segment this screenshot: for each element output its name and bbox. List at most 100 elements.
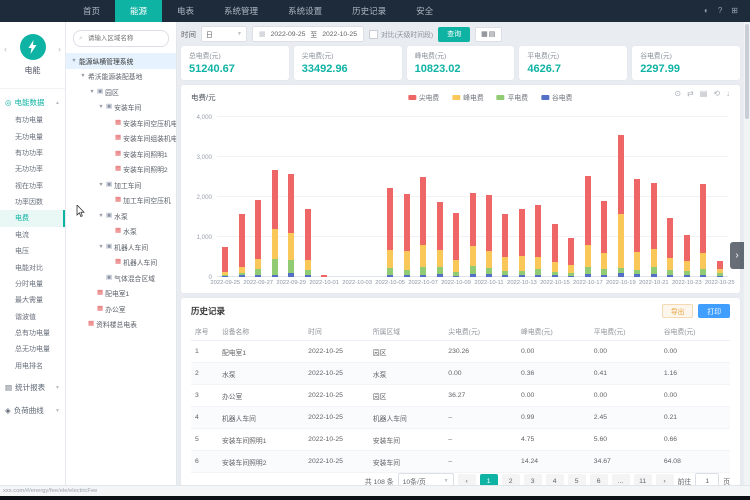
table-row[interactable]: 4机器人车间2022-10-25机器人车间–0.992.450.21 <box>191 407 730 429</box>
stacked-bar[interactable] <box>601 201 607 277</box>
nav-tab[interactable]: 系统设置 <box>273 0 337 22</box>
stacked-bar[interactable] <box>667 218 673 277</box>
nav-tab[interactable]: 首页 <box>68 0 115 22</box>
tree-node[interactable]: ▦配电室1 <box>66 286 176 302</box>
tree-node[interactable]: ▼▣安装车间 <box>66 100 176 116</box>
stacked-bar[interactable] <box>519 209 525 277</box>
tree-node[interactable]: ▦水泵 <box>66 224 176 240</box>
tree-search-box[interactable]: ⌕ <box>73 30 169 47</box>
checkbox-icon[interactable] <box>369 30 378 39</box>
stacked-bar[interactable] <box>437 202 443 277</box>
tree-caret-icon[interactable]: ▼ <box>98 213 104 219</box>
table-row[interactable]: 3办公室2022-10-25园区36.270.000.000.00 <box>191 385 730 407</box>
sidebar-item-entry[interactable]: 总无功电量 <box>0 341 65 357</box>
export-button[interactable]: 导出 <box>662 304 694 318</box>
sidebar-item-entry[interactable]: 谐波值 <box>0 309 65 325</box>
magic-type-icon[interactable]: ⇄ <box>687 90 694 98</box>
tree-node[interactable]: ▼▣园区 <box>66 84 176 100</box>
next-panel-button[interactable]: › <box>730 242 744 269</box>
nav-tab[interactable]: 电表 <box>162 0 209 22</box>
sidebar-item-active[interactable]: 电费 <box>0 210 65 226</box>
table-row[interactable]: 5安装车间照明12022-10-25安装车间–4.755.600.66 <box>191 429 730 451</box>
stacked-bar[interactable] <box>239 214 245 277</box>
sidebar-item-entry[interactable]: 有功功率 <box>0 145 65 161</box>
legend-item[interactable]: 平电费 <box>497 92 528 102</box>
tree-node[interactable]: ▦加工车间空压机 <box>66 193 176 209</box>
save-image-icon[interactable]: ↓ <box>726 90 730 98</box>
stacked-bar[interactable] <box>404 194 410 277</box>
legend-item[interactable]: 尖电费 <box>408 92 439 102</box>
legend-item[interactable]: 峰电费 <box>452 92 483 102</box>
tree-node[interactable]: ▼希沃能源装配基地 <box>66 69 176 85</box>
tree-node[interactable]: ▼▣加工车间 <box>66 177 176 193</box>
tree-search-input[interactable] <box>86 34 163 43</box>
table-row[interactable]: 6安装车间照明22022-10-25安装车间–14.2434.6764.08 <box>191 451 730 473</box>
tree-node[interactable]: ▦机器人车间 <box>66 255 176 271</box>
collapse-left-icon[interactable]: ‹ <box>4 44 7 54</box>
date-range-picker[interactable]: ▦ 2022-09-25 至 2022-10-25 <box>252 26 364 42</box>
tree-node[interactable]: ▦安装车间照明2 <box>66 162 176 178</box>
sidebar-item-entry[interactable]: 电能对比 <box>0 259 65 275</box>
scrollbar-thumb[interactable] <box>745 24 749 119</box>
stacked-bar[interactable] <box>272 170 278 277</box>
tree-node[interactable]: ▼▣水泵 <box>66 208 176 224</box>
collapse-right-icon[interactable]: › <box>58 44 61 54</box>
zoom-icon[interactable]: ⊙ <box>674 90 681 98</box>
stacked-bar[interactable] <box>453 213 459 277</box>
theme-icon[interactable]: ◐ <box>704 7 709 15</box>
sidebar-item-entry[interactable]: 分时电量 <box>0 276 65 292</box>
tree-node[interactable]: ▼▣机器人车间 <box>66 239 176 255</box>
stacked-bar[interactable] <box>568 238 574 277</box>
tree-caret-icon[interactable]: ▼ <box>98 104 104 110</box>
sidebar-item-entry[interactable]: 用电排名 <box>0 358 65 374</box>
sidebar-item-entry[interactable]: 无功功率 <box>0 161 65 177</box>
stacked-bar[interactable] <box>684 235 690 277</box>
legend-item[interactable]: 谷电费 <box>541 92 572 102</box>
nav-tab[interactable]: 能源 <box>115 0 162 22</box>
tree-node[interactable]: ▼能源纵横管理系统 <box>66 53 176 69</box>
view-toggle-button[interactable]: ▦▤ <box>475 27 502 42</box>
window-scrollbar[interactable] <box>744 22 750 486</box>
stacked-bar[interactable] <box>618 135 624 277</box>
nav-tab[interactable]: 系统管理 <box>209 0 273 22</box>
query-button[interactable]: 查询 <box>438 27 470 42</box>
data-view-icon[interactable]: ▤ <box>700 90 708 98</box>
stacked-bar[interactable] <box>255 200 261 277</box>
stacked-bar[interactable] <box>486 195 492 277</box>
stacked-bar[interactable] <box>470 193 476 277</box>
stacked-bar[interactable] <box>305 209 311 277</box>
tree-node[interactable]: ▦安装车间照明1 <box>66 146 176 162</box>
stacked-bar[interactable] <box>552 224 558 277</box>
tree-node[interactable]: ▦安装车间组装机电表 <box>66 131 176 147</box>
stacked-bar[interactable] <box>502 214 508 277</box>
stacked-bar[interactable] <box>420 177 426 277</box>
print-button[interactable]: 打印 <box>698 304 730 318</box>
sidebar-item-entry[interactable]: 电流 <box>0 227 65 243</box>
compare-checkbox[interactable]: 对比(天级时间段) <box>369 29 433 39</box>
nav-tab[interactable]: 安全 <box>401 0 448 22</box>
stacked-bar[interactable] <box>717 261 723 277</box>
sidebar-item-entry[interactable]: 有功电量 <box>0 112 65 128</box>
sidebar-item-entry[interactable]: 功率因数 <box>0 194 65 210</box>
nav-tab[interactable]: 历史记录 <box>337 0 401 22</box>
menu-section-active[interactable]: ◎电能数据▲ <box>0 93 65 112</box>
menu-section-item[interactable]: ◈负荷曲线▼ <box>0 401 65 420</box>
tree-node[interactable]: ▦资料楼总电表 <box>66 317 176 333</box>
stacked-bar[interactable] <box>585 176 591 277</box>
tree-node[interactable]: ▣气体混合区域 <box>66 270 176 286</box>
stacked-bar[interactable] <box>387 188 393 277</box>
table-row[interactable]: 2水泵2022-10-25水泵0.000.360.411.16 <box>191 363 730 385</box>
stacked-bar[interactable] <box>535 205 541 277</box>
stacked-bar[interactable] <box>222 247 228 277</box>
sidebar-item-entry[interactable]: 视在功率 <box>0 178 65 194</box>
period-select[interactable]: 日 ▼ <box>201 26 247 42</box>
sidebar-item-entry[interactable]: 总有功电量 <box>0 325 65 341</box>
tree-caret-icon[interactable]: ▼ <box>89 89 95 95</box>
stacked-bar[interactable] <box>634 179 640 277</box>
sidebar-item-entry[interactable]: 无功电量 <box>0 128 65 144</box>
stacked-bar[interactable] <box>651 183 657 277</box>
tree-caret-icon[interactable]: ▼ <box>98 244 104 250</box>
tree-node[interactable]: ▦安装车间空压机电表 <box>66 115 176 131</box>
tree-node[interactable]: ▦办公室 <box>66 301 176 317</box>
sidebar-item-entry[interactable]: 最大需量 <box>0 292 65 308</box>
